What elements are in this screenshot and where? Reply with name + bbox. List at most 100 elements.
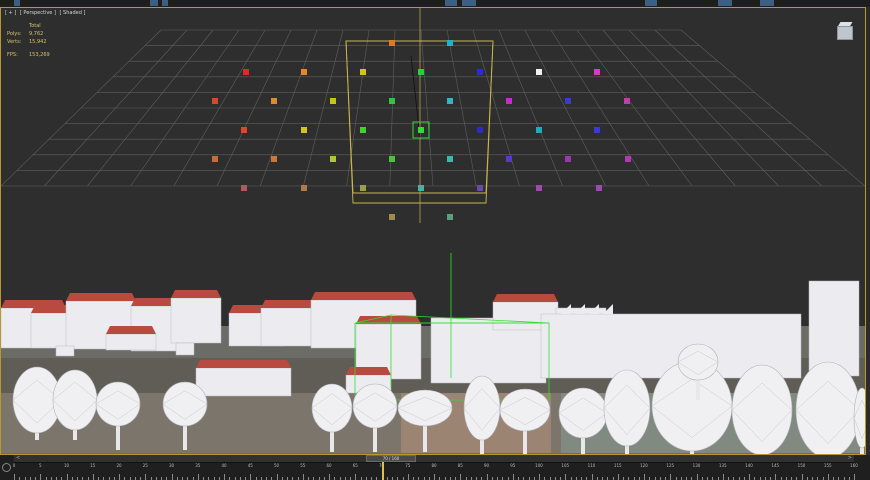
building-block[interactable] [105, 333, 157, 351]
light-cube[interactable] [536, 127, 542, 133]
light-cube[interactable] [360, 69, 366, 75]
timeline-tick-label: 0 [12, 463, 16, 468]
render-setup-icon[interactable] [645, 0, 657, 6]
light-cube[interactable] [477, 127, 483, 133]
move-tool-icon[interactable] [150, 0, 158, 6]
mini-curve-editor-icon[interactable] [2, 463, 11, 472]
building-block[interactable] [30, 312, 72, 349]
light-cube[interactable] [447, 214, 453, 220]
tree-canopy[interactable] [731, 364, 793, 454]
next-frame-icon[interactable]: > [848, 455, 852, 461]
viewport-plus-menu[interactable]: [ + ] [5, 10, 16, 16]
timeline-tick [250, 474, 252, 480]
rotate-tool-icon[interactable] [162, 0, 168, 6]
timeline-tick-label: 10 [63, 463, 70, 468]
snap-tool-icon[interactable] [462, 0, 476, 6]
light-cube[interactable] [243, 69, 249, 75]
viewport-shading-menu[interactable]: [ Shaded ] [60, 10, 86, 16]
viewport-pov-menu[interactable]: [ Perspective ] [20, 10, 56, 16]
timeline-tick [355, 474, 357, 480]
light-cube[interactable] [241, 127, 247, 133]
light-cube[interactable] [506, 98, 512, 104]
timeline-tick [486, 474, 488, 480]
light-cube[interactable] [477, 69, 483, 75]
building-roof [196, 360, 291, 368]
light-cube[interactable] [212, 98, 218, 104]
stats-polys-row: Polys: 9,762 [7, 30, 50, 38]
tree-canopy[interactable] [795, 361, 861, 454]
prev-frame-icon[interactable]: < [16, 455, 20, 461]
timeline-tick-label: 30 [168, 463, 175, 468]
light-cube[interactable] [418, 185, 424, 191]
light-cube[interactable] [536, 69, 542, 75]
timeline-tick-label: 150 [797, 463, 806, 468]
building-block[interactable] [808, 280, 860, 377]
light-cube[interactable] [624, 98, 630, 104]
viewcube-icon[interactable] [835, 20, 855, 42]
viewcube-front-face[interactable] [837, 26, 853, 40]
light-cube[interactable] [389, 214, 395, 220]
timeline-tick [197, 474, 199, 480]
timeline-tick [92, 474, 94, 480]
timeline-tick-label: 35 [195, 463, 201, 468]
select-tool-icon[interactable] [14, 0, 20, 6]
light-cube[interactable] [625, 156, 631, 162]
fps-value: 153,269 [29, 52, 50, 58]
selected-cube-pivot[interactable] [418, 127, 424, 133]
light-cube[interactable] [594, 69, 600, 75]
timeline-tick [722, 474, 724, 480]
axis-tripod-line [410, 55, 421, 139]
timeline-tick-label: 60 [326, 463, 332, 468]
playhead-marker[interactable] [382, 462, 384, 480]
timeline-tick-label: 75 [405, 463, 411, 468]
light-cube[interactable] [360, 127, 366, 133]
light-cube[interactable] [565, 98, 571, 104]
time-slider-track[interactable]: < 70 / 160 > [14, 455, 854, 463]
viewport-label-menu[interactable]: [ + ] [ Perspective ] [ Shaded ] [5, 10, 87, 16]
track-bar-ruler[interactable]: 0510152025303540455055606570758085909510… [12, 463, 858, 480]
time-slider-thumb[interactable]: 70 / 160 [366, 455, 416, 462]
light-cube[interactable] [330, 156, 336, 162]
light-cube[interactable] [301, 127, 307, 133]
timeline-tick [827, 474, 829, 480]
light-cube[interactable] [241, 185, 247, 191]
light-cube[interactable] [360, 185, 366, 191]
timeline-tick-label: 50 [273, 463, 280, 468]
light-cube[interactable] [389, 98, 395, 104]
building-block[interactable] [195, 367, 292, 397]
light-cube[interactable] [506, 156, 512, 162]
building-block[interactable] [55, 345, 75, 357]
light-cube[interactable] [330, 98, 336, 104]
timeline-tick-label: 110 [587, 463, 596, 468]
render-frame-icon[interactable] [718, 0, 732, 6]
light-cube[interactable] [447, 156, 453, 162]
timeline-tick [329, 474, 330, 480]
light-cube[interactable] [596, 185, 602, 191]
timeline-tick-label: 140 [745, 463, 753, 468]
timeline-tick-label: 15 [90, 463, 96, 468]
light-cube[interactable] [301, 69, 307, 75]
building-block[interactable] [170, 297, 222, 344]
light-cube[interactable] [565, 156, 571, 162]
light-cube[interactable] [212, 156, 218, 162]
timeline-tick-label: 20 [116, 463, 122, 468]
light-cube[interactable] [536, 185, 542, 191]
light-cube[interactable] [301, 185, 307, 191]
light-cube[interactable] [389, 156, 395, 162]
timeline-tick [539, 474, 540, 480]
light-cube[interactable] [271, 98, 277, 104]
scene-canvas[interactable] [1, 8, 865, 454]
light-cube[interactable] [594, 127, 600, 133]
light-cube[interactable] [271, 156, 277, 162]
timeline-tick-label: 65 [352, 463, 358, 468]
render-production-icon[interactable] [760, 0, 774, 6]
scale-tool-icon[interactable] [445, 0, 457, 6]
light-cube[interactable] [477, 185, 483, 191]
light-cube[interactable] [418, 69, 424, 75]
perspective-viewport[interactable]: [ + ] [ Perspective ] [ Shaded ] Total P… [0, 7, 866, 455]
light-cube[interactable] [447, 98, 453, 104]
fps-label: FPS: [7, 52, 18, 58]
light-cube[interactable] [447, 40, 453, 46]
light-cube[interactable] [389, 40, 395, 46]
building-block[interactable] [175, 342, 195, 356]
